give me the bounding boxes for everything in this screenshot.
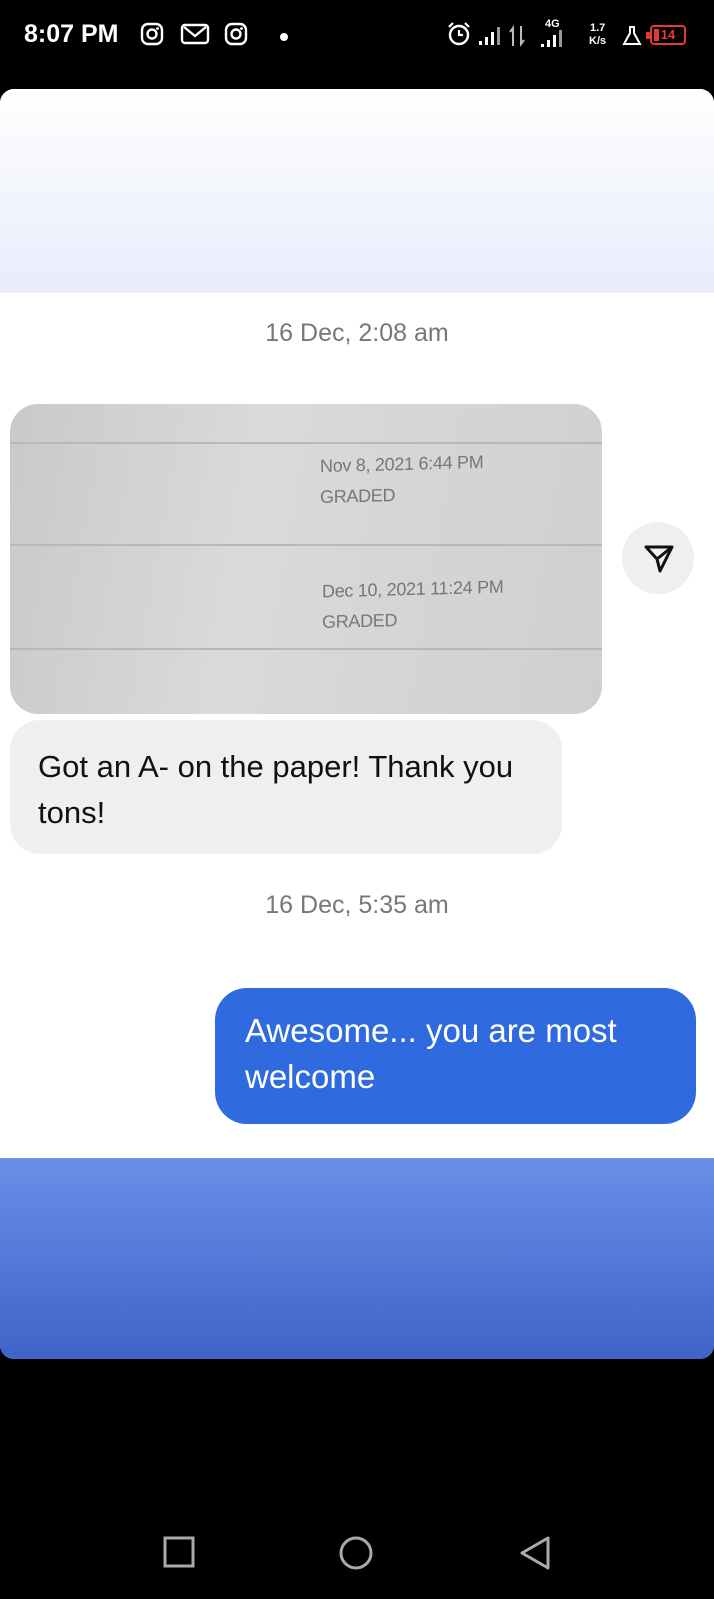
notification-dot-icon <box>280 33 288 41</box>
status-bar: 8:07 PM 4G 1.7 K/s 14 <box>0 0 714 72</box>
alarm-icon <box>448 22 470 46</box>
sent-message-bubble[interactable]: Awesome... you are most welcome <box>215 988 696 1124</box>
signal-icon <box>479 27 500 45</box>
net-speed-value: 1.7 <box>590 22 606 34</box>
recents-square-icon[interactable] <box>162 1535 196 1569</box>
conversation-card: 16 Dec, 2:08 am Nov 8, 2021 6:44 PM GRAD… <box>0 89 714 1359</box>
timestamp-1: 16 Dec, 2:08 am <box>265 319 449 347</box>
instagram-icon <box>140 22 164 46</box>
battery-icon: 14 <box>646 25 686 45</box>
photo-row-2-status: GRADED <box>322 610 398 632</box>
network-type: 4G <box>545 18 560 30</box>
gmail-icon <box>180 23 210 45</box>
home-circle-icon[interactable] <box>338 1535 374 1571</box>
battery-level: 14 <box>660 27 676 42</box>
received-message-bubble[interactable]: Got an A- on the paper! Thank you tons! <box>10 720 562 854</box>
lab-icon <box>622 26 642 45</box>
share-button[interactable] <box>622 522 694 594</box>
send-icon <box>644 545 674 573</box>
photo-row-2-date: Dec 10, 2021 11:24 PM <box>322 576 504 602</box>
instagram-icon <box>224 22 248 46</box>
photo-row-1-status: GRADED <box>320 485 396 507</box>
net-speed-unit: K/s <box>589 35 607 47</box>
card-top-fade <box>0 89 714 293</box>
card-bottom-overlay <box>0 1158 714 1359</box>
status-time: 8:07 PM <box>24 20 119 48</box>
timestamp-2: 16 Dec, 5:35 am <box>265 891 449 919</box>
data-transfer-icon <box>509 25 525 47</box>
photo-row-1-date: Nov 8, 2021 6:44 PM <box>320 451 484 477</box>
back-triangle-icon[interactable] <box>518 1535 552 1571</box>
shared-photo[interactable]: Nov 8, 2021 6:44 PM GRADED Dec 10, 2021 … <box>10 404 602 714</box>
signal-icon <box>541 30 562 47</box>
